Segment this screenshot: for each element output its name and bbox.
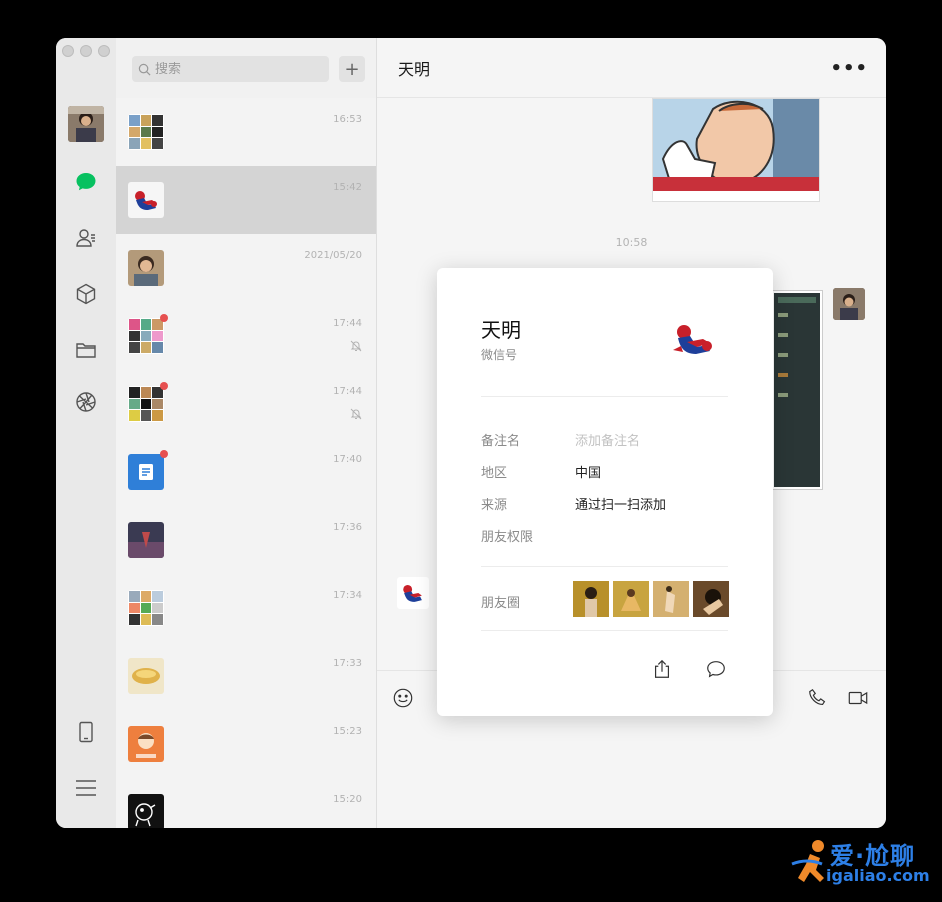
spiderman-avatar	[128, 182, 164, 218]
search-icon	[138, 63, 151, 75]
moments-thumb[interactable]	[573, 581, 609, 617]
conversation-time: 17:40	[333, 454, 362, 465]
conversation-time: 16:53	[333, 114, 362, 125]
unread-dot	[160, 382, 168, 390]
mute-bell-icon	[350, 340, 362, 352]
chats-icon[interactable]	[72, 168, 100, 196]
contact-profile-card: 天明 微信号 备注名 添加备注名 地区 中国 来源 通过扫一扫添加 朋友权限 朋…	[437, 268, 773, 716]
conversation-time: 15:42	[333, 182, 362, 193]
contact-message-avatar[interactable]	[397, 577, 429, 609]
nav-rail	[56, 38, 116, 828]
cartoon-avatar	[128, 726, 164, 762]
remark-placeholder[interactable]: 添加备注名	[575, 430, 640, 449]
conversation-time: 2021/05/20	[304, 250, 362, 261]
remark-label: 备注名	[481, 434, 521, 449]
moments-thumb[interactable]	[693, 581, 729, 617]
region-label: 地区	[481, 466, 508, 481]
close-window-button[interactable]	[62, 45, 74, 57]
source-value: 通过扫一扫添加	[575, 498, 667, 513]
divider	[481, 566, 728, 567]
conversation-item[interactable]: 17:44	[116, 370, 376, 438]
group-grid-icon	[128, 590, 164, 626]
conversation-time: 17:33	[333, 658, 362, 669]
moments-aperture-icon[interactable]	[72, 388, 100, 416]
group-grid-icon	[128, 318, 164, 354]
food-avatar	[128, 658, 164, 694]
meme-image-message[interactable]	[652, 98, 820, 202]
contacts-icon[interactable]	[72, 224, 100, 252]
watermark-url: igaliao.com	[826, 866, 930, 885]
sketch-avatar	[128, 794, 164, 828]
moments-label: 朋友圈	[481, 596, 521, 611]
voice-call-icon[interactable]	[807, 687, 831, 711]
my-message-avatar[interactable]	[833, 288, 865, 320]
conversation-item[interactable]: 17:34	[116, 574, 376, 642]
running-figure-icon	[791, 840, 824, 882]
watermark-logo: 爱·尬聊 igaliao.com	[790, 836, 934, 892]
unread-dot	[160, 314, 168, 322]
zoom-window-button[interactable]	[98, 45, 110, 57]
message-timestamp: 10:58	[615, 236, 648, 249]
wechat-id-label: 微信号	[481, 348, 518, 362]
profile-spiderman-avatar[interactable]	[669, 320, 719, 364]
photo-avatar	[128, 522, 164, 558]
group-grid-icon	[128, 386, 164, 422]
my-avatar[interactable]	[68, 106, 104, 142]
add-button[interactable]: +	[339, 56, 365, 82]
conversation-item[interactable]: 15:42	[116, 166, 376, 234]
conversation-time: 15:23	[333, 726, 362, 737]
permission-label: 朋友权限	[481, 530, 534, 545]
screenshot-image-message[interactable]	[772, 291, 822, 489]
conversation-time: 15:20	[333, 794, 362, 805]
more-options-button[interactable]: •••	[830, 58, 868, 79]
phone-device-icon[interactable]	[72, 718, 100, 746]
region-value: 中国	[575, 466, 602, 481]
divider	[481, 396, 728, 397]
moments-thumb[interactable]	[613, 581, 649, 617]
chat-title: 天明	[398, 60, 431, 79]
share-icon[interactable]	[651, 658, 675, 682]
conversation-time: 17:36	[333, 522, 362, 533]
profile-name: 天明	[481, 318, 521, 342]
conversation-item[interactable]: 15:20	[116, 778, 376, 828]
favorites-cube-icon[interactable]	[72, 280, 100, 308]
conversation-list: + 16:53 15:42 2021/05/20 17:44	[116, 38, 377, 828]
conversation-time: 17:44	[333, 386, 362, 397]
conversation-item[interactable]: 16:53	[116, 98, 376, 166]
search-box[interactable]	[132, 56, 329, 82]
files-folder-icon[interactable]	[72, 336, 100, 364]
mute-bell-icon	[350, 408, 362, 420]
conversation-time: 17:44	[333, 318, 362, 329]
search-bar: +	[116, 38, 376, 98]
message-bubble-icon[interactable]	[705, 658, 729, 682]
emoji-icon[interactable]	[392, 687, 416, 711]
moments-thumbnails[interactable]	[573, 581, 729, 617]
menu-hamburger-icon[interactable]	[72, 774, 100, 802]
chat-header: 天明 •••	[377, 38, 886, 98]
conversation-item[interactable]: 15:23	[116, 710, 376, 778]
minimize-window-button[interactable]	[80, 45, 92, 57]
video-call-icon[interactable]	[847, 687, 871, 711]
conversation-time: 17:34	[333, 590, 362, 601]
conversation-item[interactable]: 17:44	[116, 302, 376, 370]
conversation-item[interactable]: 17:33	[116, 642, 376, 710]
moments-thumb[interactable]	[653, 581, 689, 617]
conversation-item[interactable]: 17:40	[116, 438, 376, 506]
group-grid-icon	[128, 114, 164, 150]
search-input[interactable]	[155, 61, 315, 77]
window-controls	[62, 45, 110, 57]
doc-icon	[128, 454, 164, 490]
source-label: 来源	[481, 498, 508, 513]
person-photo-avatar	[128, 250, 164, 286]
unread-dot	[160, 450, 168, 458]
conversation-item[interactable]: 2021/05/20	[116, 234, 376, 302]
conversation-item[interactable]: 17:36	[116, 506, 376, 574]
divider	[481, 630, 728, 631]
